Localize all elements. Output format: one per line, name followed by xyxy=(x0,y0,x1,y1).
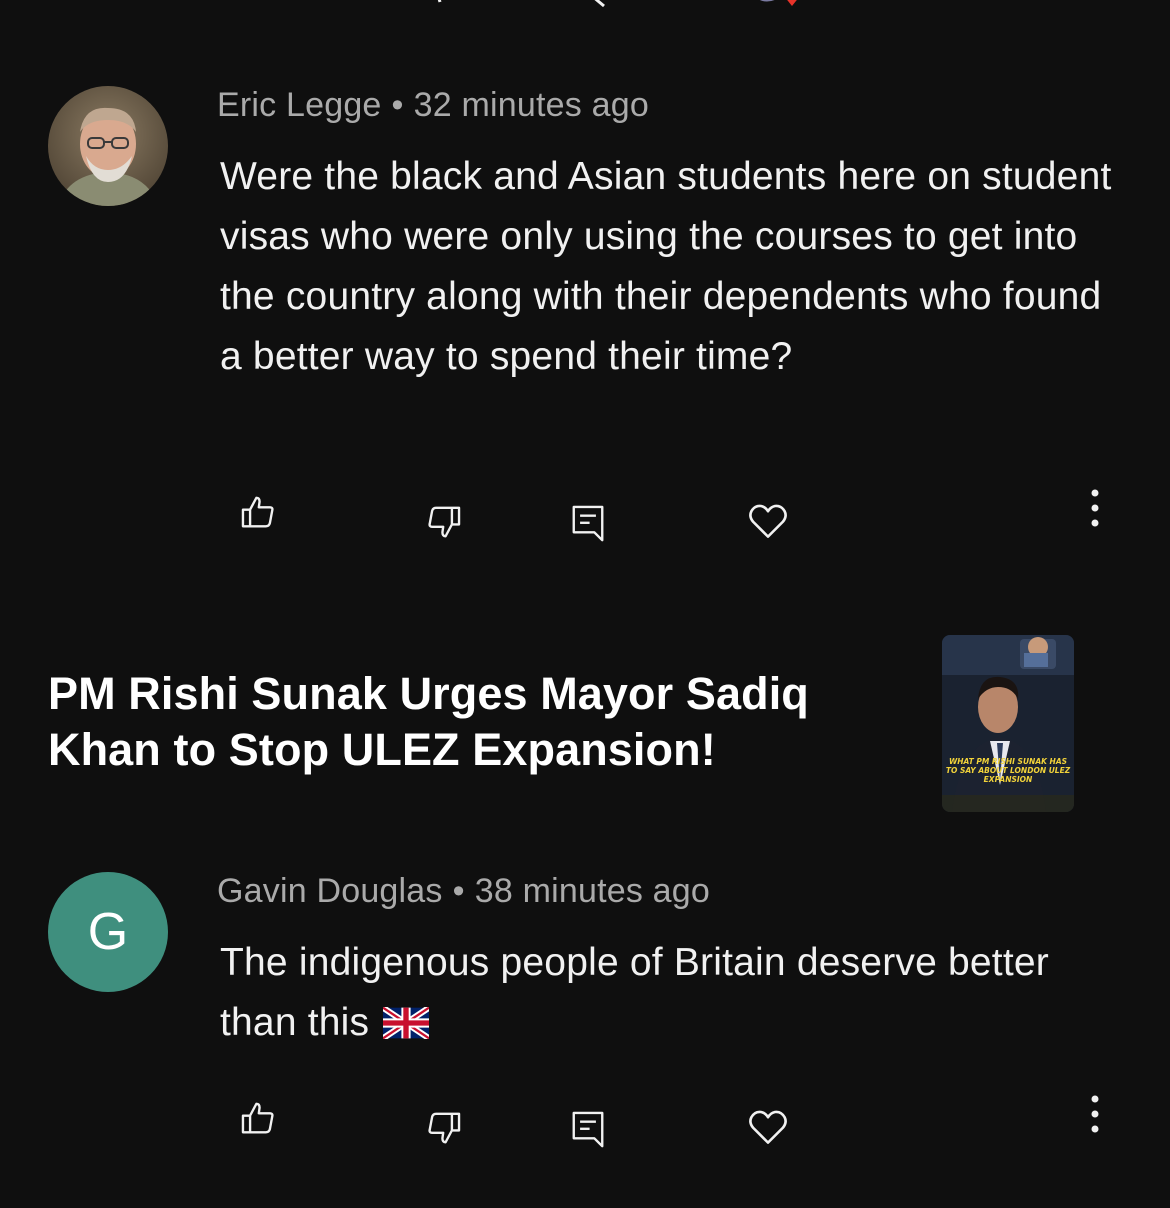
comment-time: 38 minutes ago xyxy=(474,872,711,910)
reply-icon xyxy=(572,1111,604,1148)
more-options-button[interactable] xyxy=(1067,480,1123,536)
like-button[interactable] xyxy=(230,1090,286,1146)
uk-flag-emoji xyxy=(381,997,431,1057)
thumbs-up-icon xyxy=(241,496,274,528)
video-thumbnail[interactable]: WHAT PM RISHI SUNAK HAS TO SAY ABOUT LON… xyxy=(942,635,1074,812)
comment-text: The indigenous people of Britain deserve… xyxy=(220,933,1130,1057)
heart-icon xyxy=(749,504,787,538)
thumbs-down-icon xyxy=(428,1112,461,1144)
uk-flag-icon xyxy=(381,1005,431,1041)
avatar-letter: G xyxy=(87,903,129,961)
comment-meta: Gavin Douglas • 38 minutes ago xyxy=(217,872,710,911)
like-button[interactable] xyxy=(230,484,286,540)
heart-button[interactable] xyxy=(740,1098,796,1154)
thumbnail-caption: WHAT PM RISHI SUNAK HAS TO SAY ABOUT LON… xyxy=(945,757,1071,784)
avatar-photo xyxy=(48,86,168,206)
partial-icon xyxy=(437,0,442,3)
partial-icon xyxy=(760,0,797,6)
reply-button[interactable] xyxy=(560,1100,616,1156)
heart-button[interactable] xyxy=(740,492,796,548)
heart-icon xyxy=(749,1110,787,1144)
comment-text-content: The indigenous people of Britain deserve… xyxy=(220,941,1049,1044)
reply-button[interactable] xyxy=(560,494,616,550)
dislike-button[interactable] xyxy=(416,1100,472,1156)
partial-icon xyxy=(594,0,605,8)
comment-time: 32 minutes ago xyxy=(413,86,649,124)
thumbnail-image xyxy=(942,635,1074,812)
comment-author[interactable]: Gavin Douglas xyxy=(217,872,443,910)
more-vertical-icon xyxy=(1091,1095,1099,1133)
avatar[interactable] xyxy=(48,86,168,206)
comment-text: Were the black and Asian students here o… xyxy=(220,155,1112,378)
comment-author[interactable]: Eric Legge xyxy=(217,86,382,124)
thumbs-down-icon xyxy=(428,506,461,538)
thumbs-up-icon xyxy=(241,1102,274,1134)
comment-meta: Eric Legge • 32 minutes ago xyxy=(217,86,649,125)
meta-separator: • xyxy=(391,86,404,124)
video-title[interactable]: PM Rishi Sunak Urges Mayor Sadiq Khan to… xyxy=(48,666,908,778)
dislike-button[interactable] xyxy=(416,494,472,550)
more-options-button[interactable] xyxy=(1067,1086,1123,1142)
reply-icon xyxy=(572,505,604,542)
avatar[interactable]: G xyxy=(48,872,168,992)
meta-separator: • xyxy=(452,872,465,910)
more-vertical-icon xyxy=(1091,489,1099,527)
